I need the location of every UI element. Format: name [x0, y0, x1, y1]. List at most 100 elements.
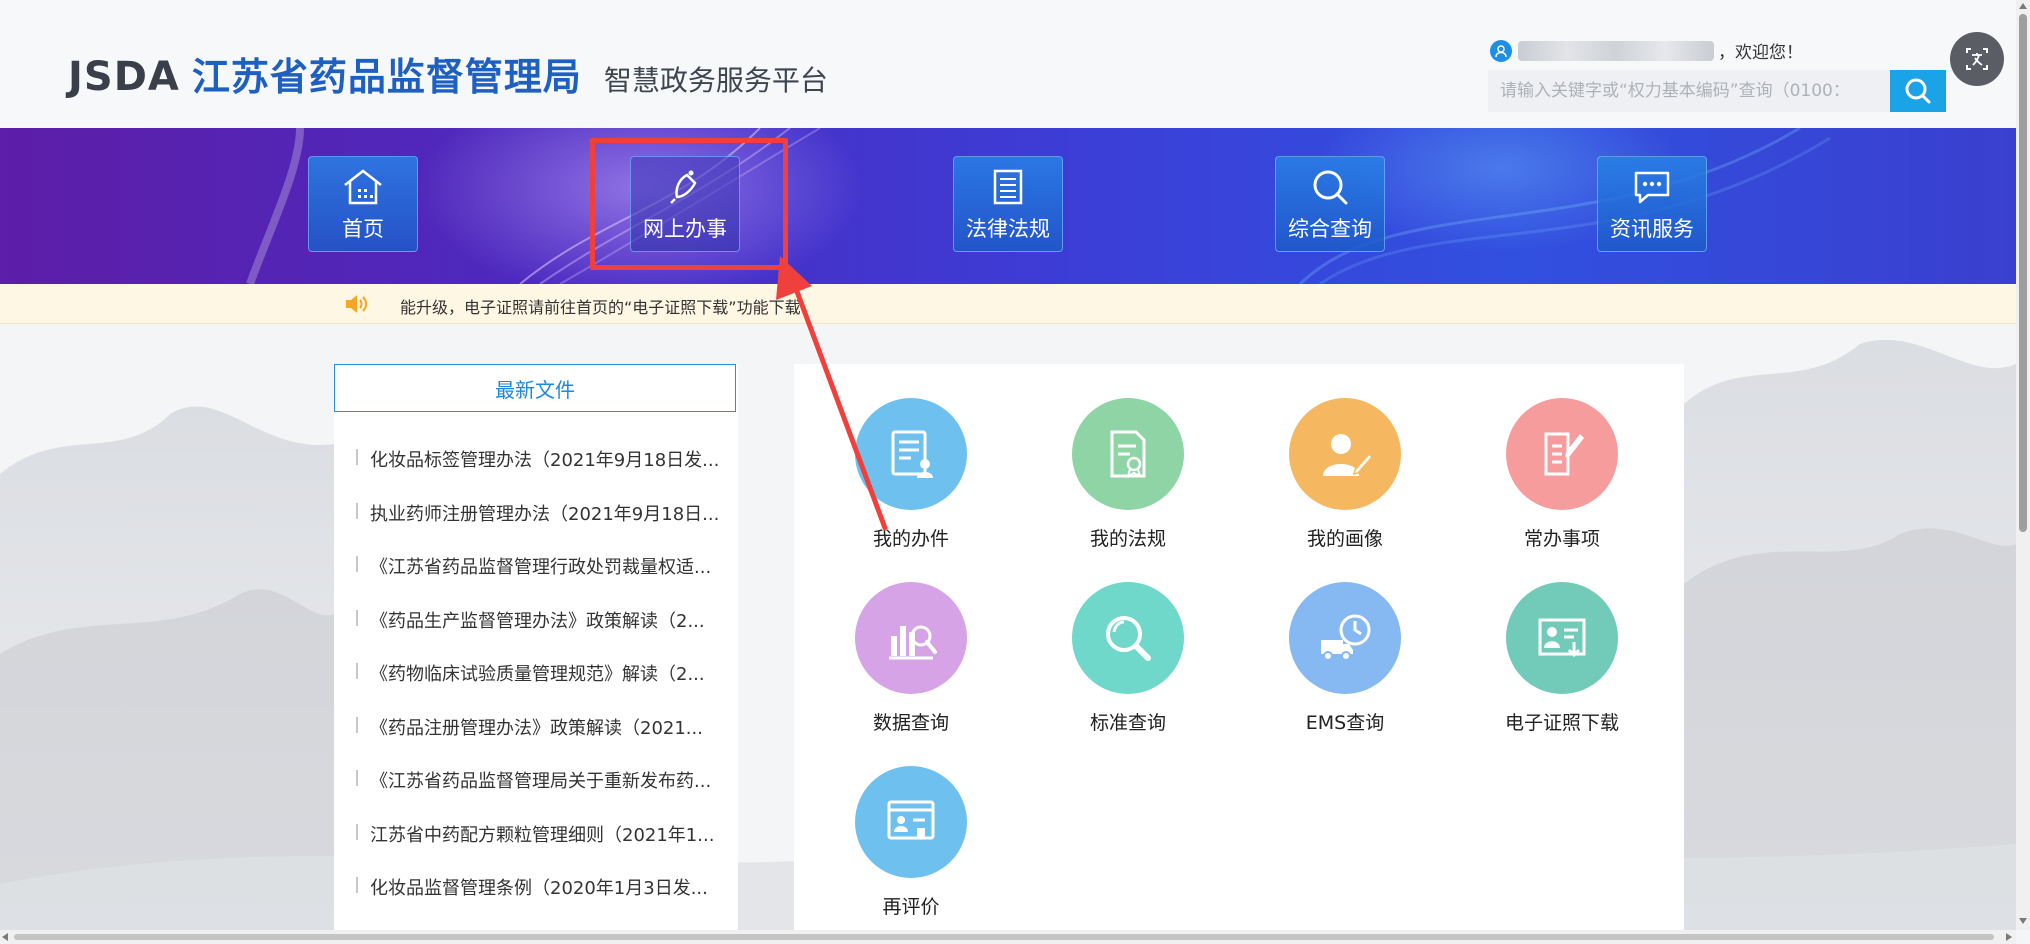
list-bullet — [356, 823, 358, 840]
user-name-redacted[interactable] — [1518, 40, 1714, 61]
document-list-icon — [993, 169, 1023, 205]
nav-laws-regulations[interactable]: 法律法规 — [953, 156, 1063, 252]
service-icon-circle — [1289, 582, 1401, 694]
service-label: 我的办件 — [872, 528, 949, 550]
certificate-download-icon — [1538, 618, 1586, 658]
service-frequent-items[interactable]: 常办事项 — [1482, 398, 1642, 551]
translate-button[interactable] — [1950, 32, 2004, 86]
notice-bar: 能升级，电子证照请前往首页的“电子证照下载”功能下载 — [0, 284, 2016, 324]
vertical-scroll-thumb[interactable] — [2019, 14, 2027, 532]
list-bullet — [356, 556, 358, 572]
latest-files-title[interactable]: 最新文件 — [334, 364, 736, 412]
service-ems-query[interactable]: EMS查询 — [1265, 582, 1425, 735]
file-title: 《药品生产监督管理办法》政策解读（2... — [370, 610, 705, 632]
file-title: 《药物临床试验质量管理规范》解读（2... — [370, 664, 705, 685]
service-icon-circle — [1289, 398, 1401, 510]
scroll-up-arrow[interactable] — [2019, 3, 2027, 9]
magnifier-icon — [1313, 170, 1348, 205]
service-icon-circle — [855, 766, 967, 878]
nav-label: 首页 — [342, 217, 384, 241]
annotation-highlight-box — [590, 138, 788, 270]
data-search-icon — [889, 625, 937, 660]
welcome-text: ，欢迎您！ — [1718, 43, 1803, 63]
main-navigation: 首页 网上办事 法律法规 综合查询 资讯服务 — [0, 128, 2016, 284]
scroll-down-arrow[interactable] — [2019, 918, 2027, 924]
list-item[interactable]: 化妆品标签管理办法（2021年9月18日发... — [356, 438, 726, 492]
search-bar — [1488, 70, 1946, 112]
list-item[interactable]: 执业药师注册管理办法（2021年9月18日... — [356, 492, 726, 546]
search-input[interactable] — [1488, 70, 1891, 112]
nav-comprehensive-query[interactable]: 综合查询 — [1275, 156, 1385, 252]
list-bullet — [356, 449, 358, 465]
service-label: 再评价 — [882, 896, 940, 918]
nav-label: 综合查询 — [1288, 217, 1372, 241]
site-logo[interactable]: JSDA 江苏省药品监督管理局 智慧政务服务平台 — [68, 46, 828, 101]
service-label: 我的法规 — [1089, 528, 1166, 550]
service-certificate-download[interactable]: 电子证照下载 — [1482, 582, 1642, 735]
user-icon[interactable] — [1490, 39, 1512, 62]
scroll-left-arrow[interactable] — [2, 933, 8, 941]
search-button[interactable] — [1890, 70, 1946, 112]
search-icon — [1905, 78, 1931, 104]
list-item[interactable]: 《江苏省药品监督管理行政处罚裁量权适... — [356, 545, 726, 599]
nav-label: 法律法规 — [966, 217, 1050, 241]
service-label: 电子证照下载 — [1504, 712, 1619, 734]
file-title: 化妆品标签管理办法（2021年9月18日发... — [370, 450, 720, 471]
service-label: EMS查询 — [1305, 712, 1385, 734]
service-icon-circle — [855, 582, 967, 694]
list-bullet — [356, 502, 358, 519]
translate-icon — [1966, 48, 1988, 70]
list-bullet — [356, 609, 358, 626]
regulation-icon — [1110, 430, 1146, 478]
list-item[interactable]: 《药品注册管理办法》政策解读（2021... — [356, 706, 726, 760]
service-my-regulations[interactable]: 我的法规 — [1048, 398, 1208, 551]
reevaluate-icon — [887, 800, 935, 840]
list-item[interactable]: 《江苏省药品监督管理局关于重新发布药... — [356, 759, 726, 813]
horizontal-scroll-thumb[interactable] — [14, 934, 1994, 940]
horizontal-scrollbar[interactable] — [0, 930, 2016, 944]
service-icon-circle — [1072, 582, 1184, 694]
case-file-icon — [891, 430, 933, 478]
service-icon-circle — [855, 398, 967, 510]
list-item[interactable]: 江苏省中药配方颗粒管理细则（2021年1... — [356, 813, 726, 867]
user-welcome: ，欢迎您！ — [1490, 38, 1803, 63]
service-re-evaluation[interactable]: 再评价 — [831, 766, 991, 919]
service-icon-circle — [1506, 582, 1618, 694]
service-my-profile[interactable]: 我的画像 — [1265, 398, 1425, 551]
service-label: 数据查询 — [872, 712, 949, 734]
list-bullet — [356, 716, 358, 733]
nav-home[interactable]: 首页 — [308, 156, 418, 252]
logo-agency-name: 江苏省药品监督管理局 — [191, 55, 582, 99]
ems-truck-icon — [1321, 614, 1371, 661]
service-label: 常办事项 — [1523, 528, 1600, 550]
latest-files-panel: 最新文件 化妆品标签管理办法（2021年9月18日发... 执业药师注册管理办法… — [334, 364, 738, 930]
services-panel: 我的办件 我的法规 我的画像 常办事项 数据查询 标准查询 EMS查询 电子证照… — [794, 364, 1684, 930]
logo-abbreviation: JSDA — [68, 54, 180, 100]
service-data-query[interactable]: 数据查询 — [831, 582, 991, 735]
file-title: 江苏省中药配方颗粒管理细则（2021年1... — [370, 824, 715, 846]
service-label: 标准查询 — [1089, 712, 1166, 734]
service-icon-circle — [1506, 398, 1618, 510]
service-icon-circle — [1072, 398, 1184, 510]
standard-search-icon — [1106, 616, 1151, 661]
frequent-item-icon — [1544, 432, 1584, 476]
file-title: 《江苏省药品监督管理行政处罚裁量权适... — [370, 557, 712, 578]
vertical-scrollbar[interactable] — [2016, 0, 2030, 930]
list-item[interactable]: 化妆品监督管理条例（2020年1月3日发... — [356, 866, 726, 920]
file-title: 化妆品监督管理条例（2020年1月3日发... — [370, 878, 708, 899]
file-title: 《江苏省药品监督管理局关于重新发布药... — [370, 771, 712, 792]
platform-name: 智慧政务服务平台 — [603, 64, 828, 97]
service-my-cases[interactable]: 我的办件 — [831, 398, 991, 551]
file-title: 《药品注册管理办法》政策解读（2021... — [370, 717, 703, 739]
latest-files-list: 化妆品标签管理办法（2021年9月18日发... 执业药师注册管理办法（2021… — [356, 438, 726, 920]
file-title: 执业药师注册管理办法（2021年9月18日... — [370, 503, 720, 525]
list-item[interactable]: 《药物临床试验质量管理规范》解读（2... — [356, 652, 726, 706]
scroll-right-arrow[interactable] — [2006, 933, 2012, 941]
nav-information-services[interactable]: 资讯服务 — [1597, 156, 1707, 252]
notice-text[interactable]: 能升级，电子证照请前往首页的“电子证照下载”功能下载 — [400, 294, 801, 318]
list-bullet — [356, 877, 358, 893]
speaker-icon — [346, 295, 367, 313]
service-standard-query[interactable]: 标准查询 — [1048, 582, 1208, 735]
service-label: 我的画像 — [1306, 528, 1383, 550]
list-item[interactable]: 《药品生产监督管理办法》政策解读（2... — [356, 599, 726, 653]
